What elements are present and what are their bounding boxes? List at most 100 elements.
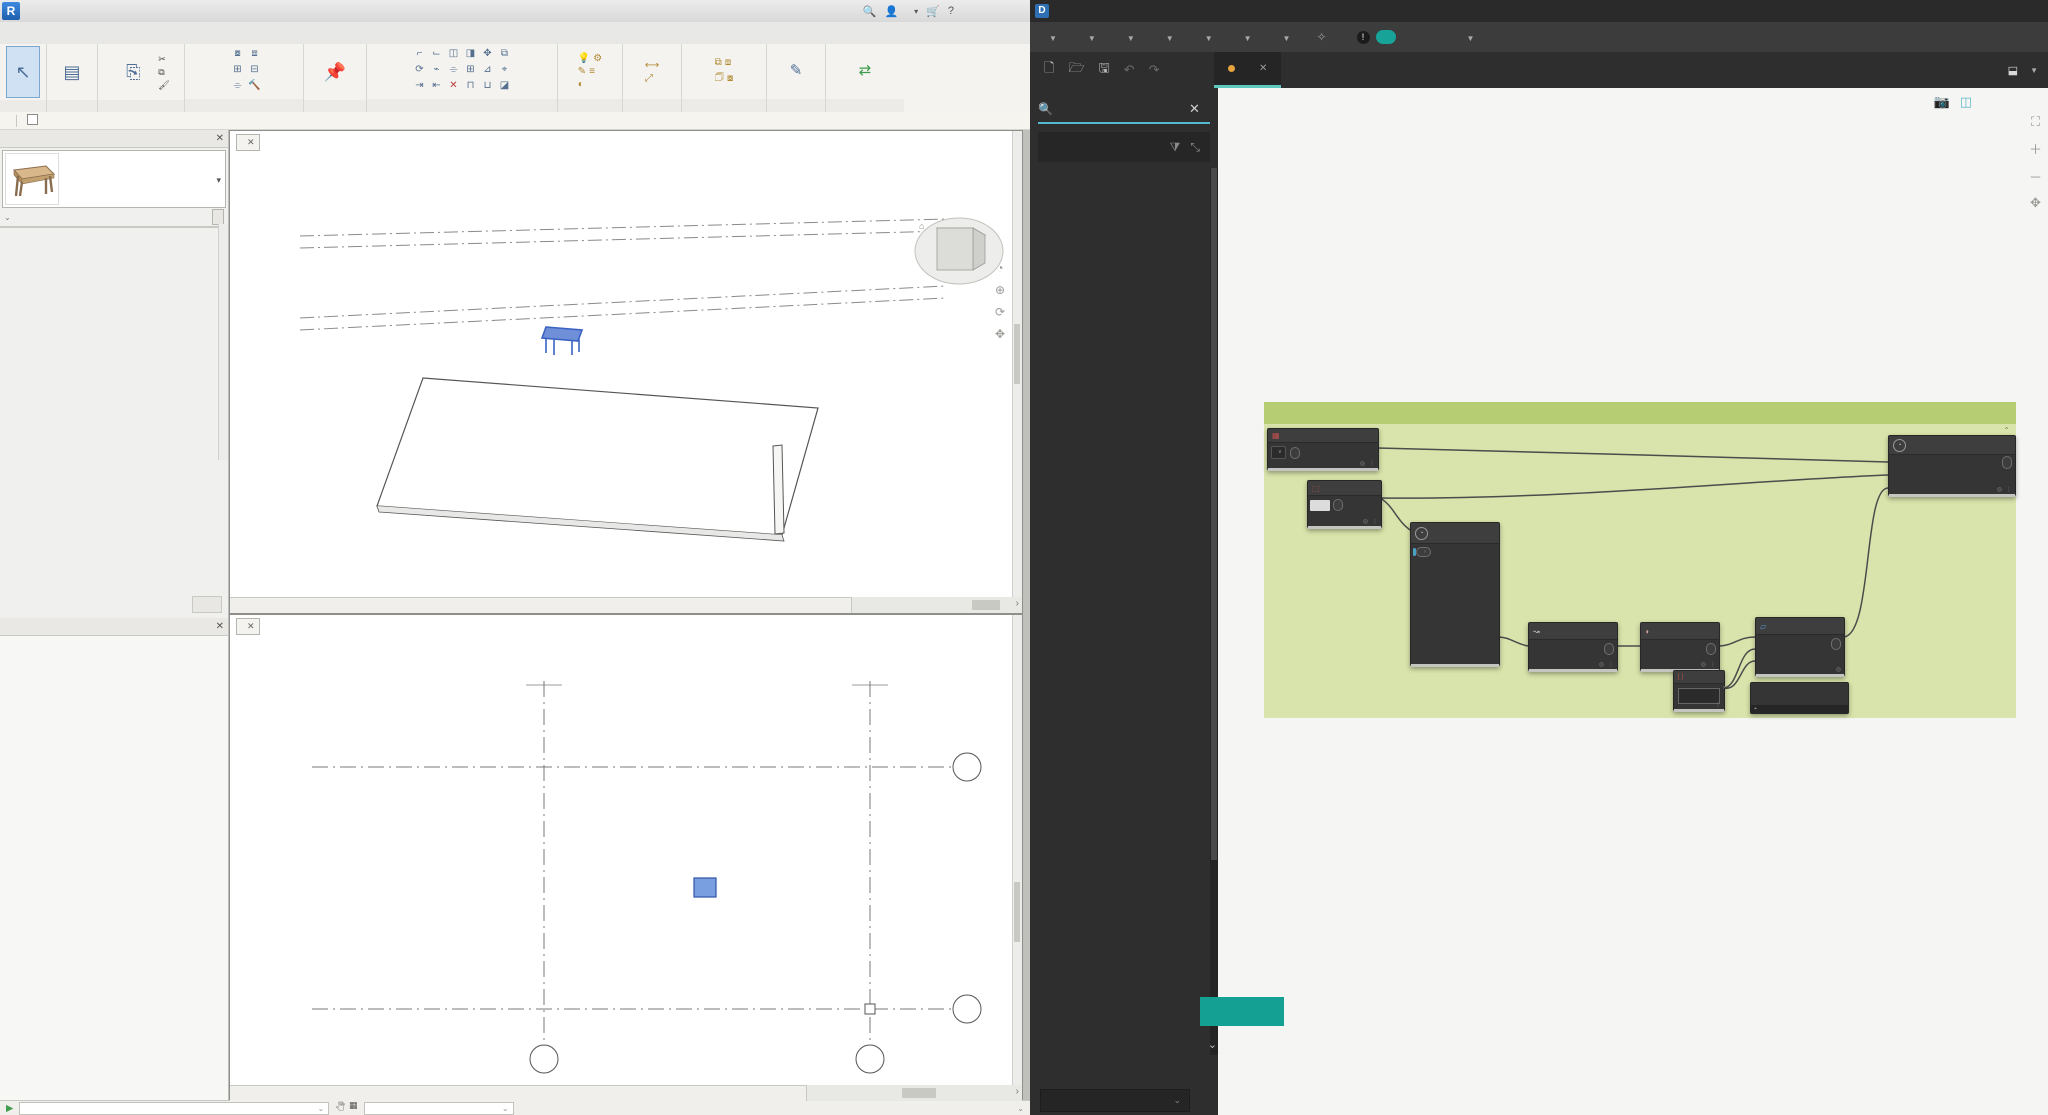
zoom-out-icon[interactable]: － [2029, 167, 2042, 186]
node-menu-icon[interactable]: ⋮ [1715, 701, 1721, 708]
menu-edit[interactable]: ▼ [1122, 30, 1135, 44]
search-box[interactable]: 🔍 ✕ [1038, 96, 1210, 124]
output-port-surface[interactable] [1706, 643, 1716, 655]
menu-packages[interactable]: ▼ [1200, 30, 1213, 44]
node-create-family-instance[interactable]: ◔ ◎⋮ [1888, 435, 2016, 497]
preview-eye-icon[interactable]: ◎ [1836, 666, 1841, 673]
unjoin-icon[interactable]: ⊔ [480, 80, 496, 95]
output-port-element[interactable] [1333, 499, 1343, 511]
split-icon[interactable]: ⌯ [446, 64, 462, 79]
apply-button[interactable] [192, 596, 222, 613]
preview-eye-icon[interactable]: ◎ [1360, 460, 1365, 467]
node-polycurve-byjoinedcurves[interactable]: ↝ ◎⋮ [1528, 622, 1618, 672]
properties-scrollbar[interactable] [218, 224, 228, 460]
zoom-icon[interactable]: ⊕ [995, 283, 1005, 297]
geometry-tool-icon[interactable]: ⧈ [247, 48, 263, 63]
geometry-tool-icon[interactable]: ⊞ [230, 64, 246, 79]
scale-icon[interactable]: ⊿ [480, 64, 496, 79]
search-icon[interactable]: 🔍 [863, 5, 877, 18]
type-selector[interactable]: ▾ [2, 150, 226, 208]
modify-button[interactable]: ↖ [6, 46, 40, 98]
close-icon[interactable]: ✕ [216, 621, 224, 632]
settings-icon[interactable]: ⚙ [593, 53, 602, 64]
preview-eye-icon[interactable]: ◎ [1997, 486, 2002, 493]
output-port-polycurve[interactable] [1604, 643, 1614, 655]
geometry-tool-icon[interactable]: ⧇ [230, 48, 246, 63]
steering-wheel-icon[interactable]: ◔ [996, 261, 1003, 275]
filter-icon[interactable]: ⧩ [1170, 140, 1181, 155]
move-with-nearby-checkbox[interactable] [27, 114, 42, 127]
preview-eye-icon[interactable]: ◎ [1363, 518, 1368, 525]
copy-tool-icon[interactable]: ⧉ [497, 48, 513, 63]
save-file-icon[interactable]: 🖫 [1099, 59, 1110, 81]
pin-tool-icon[interactable]: ⌖ [497, 64, 513, 79]
preview-eye-icon[interactable]: ◎ [1599, 661, 1604, 668]
copy-icon[interactable]: ⧉ [158, 67, 169, 78]
node-point-at-parameter[interactable]: ▱ ◎ [1755, 617, 1845, 677]
node-select-element[interactable]: ⬚ ◎⋮ [1307, 480, 1382, 529]
node-element-location[interactable]: ◔ › [1410, 522, 1500, 667]
node-surface-bypatch[interactable]: ◗ ◎⋮ [1640, 622, 1720, 672]
node-code-block[interactable]: [ ] › ⋮ [1673, 670, 1725, 712]
view-tab-plan[interactable]: ✕ [236, 618, 260, 635]
preview-eye-icon[interactable]: ◎ [1701, 661, 1706, 668]
vertical-scrollbar[interactable] [1012, 131, 1022, 613]
geometry-view-toggle-icon[interactable]: ◫ [1960, 94, 1972, 110]
graph-canvas[interactable]: 📷 ◫ ⛶ ＋ － ✥ ⌃ [1218, 88, 2048, 1115]
node-menu-icon[interactable]: ⋮ [1369, 460, 1375, 467]
status-tool-icon[interactable]: ▦ [349, 1100, 358, 1115]
array-icon[interactable]: ⊞ [463, 64, 479, 79]
node-menu-icon[interactable]: ⋮ [1372, 518, 1378, 525]
input-port-element[interactable]: › [1416, 547, 1431, 557]
undo-icon[interactable]: ↶ [1124, 62, 1135, 78]
move-icon[interactable]: ✥ [480, 48, 496, 63]
node-menu-icon[interactable]: ⋮ [2006, 486, 2012, 493]
geometry-tool-icon[interactable]: 🔨 [247, 80, 263, 95]
viewport-plan[interactable]: ✕ [229, 614, 1023, 1102]
align2-icon[interactable]: ⇤ [429, 80, 445, 95]
activate-button[interactable]: 📌 [314, 46, 356, 98]
family-type-dropdown[interactable]: ∨ [1271, 446, 1286, 459]
delete-icon[interactable]: ✕ [446, 80, 462, 95]
menu-help[interactable]: ▼ [1278, 30, 1291, 44]
revit-logo-icon[interactable]: R [2, 2, 20, 20]
close-icon[interactable]: ✕ [216, 133, 224, 144]
new-file-icon[interactable]: 🗋 [1044, 59, 1054, 81]
workspace-tab[interactable]: ✕ [1214, 52, 1281, 88]
main-model-select[interactable]: ⌄ [364, 1102, 514, 1115]
chevron-down-icon[interactable]: ▾ [216, 175, 221, 186]
notifications[interactable]: ! [1357, 30, 1396, 44]
menu-file[interactable]: ▼ [1083, 30, 1096, 44]
chevron-down-icon[interactable]: ⌄ [1017, 1104, 1024, 1113]
geometry-tool-icon[interactable]: ⌯ [230, 80, 246, 95]
rotate-icon[interactable]: ⟳ [412, 64, 428, 79]
viewport-3d[interactable]: ✕ [229, 130, 1023, 614]
geometry-tool-icon[interactable]: ⊟ [247, 64, 263, 79]
redo-icon[interactable]: ↷ [1149, 62, 1160, 78]
properties-toggle-button[interactable]: ▤ [53, 46, 91, 98]
join-icon[interactable]: ⊓ [463, 80, 479, 95]
close-icon[interactable]: ✕ [1259, 63, 1267, 74]
menu-dynamo[interactable]: ▼ [1044, 30, 1057, 44]
table-element[interactable] [694, 878, 716, 897]
element-id-caption[interactable] [1308, 514, 1381, 516]
panel-label[interactable] [0, 100, 46, 112]
pan-icon[interactable]: ✥ [2030, 195, 2041, 211]
camera-export-icon[interactable]: 📷 [1934, 94, 1950, 110]
menu-generative-design[interactable]: ▼ [1239, 30, 1252, 44]
graphics-icon[interactable]: ◐ [578, 79, 584, 90]
pin-preview-icon[interactable]: ⌖ [1754, 706, 1757, 713]
trim-icon[interactable]: ⌁ [429, 64, 445, 79]
node-family-types[interactable]: ▦ ∨ ◎⋮ [1267, 428, 1379, 471]
legend-icon[interactable]: ⧈ [725, 57, 731, 68]
sheet-icon[interactable]: 🗇 [715, 70, 724, 87]
vertical-scrollbar[interactable] [1012, 615, 1022, 1101]
chevron-down-icon[interactable]: ⌄ [1208, 1038, 1217, 1051]
mirror-icon[interactable]: ◫ [446, 48, 462, 63]
horizontal-scrollbar[interactable]: › [851, 597, 1022, 613]
clear-search-icon[interactable]: ✕ [1189, 101, 1200, 117]
fit-view-icon[interactable]: ⛶ [2031, 114, 2040, 130]
view-tab-3d[interactable]: ✕ [236, 134, 260, 151]
menu-extensions[interactable]: ✧ [1316, 30, 1330, 44]
node-data-preview[interactable]: ⌖ [1750, 682, 1849, 714]
